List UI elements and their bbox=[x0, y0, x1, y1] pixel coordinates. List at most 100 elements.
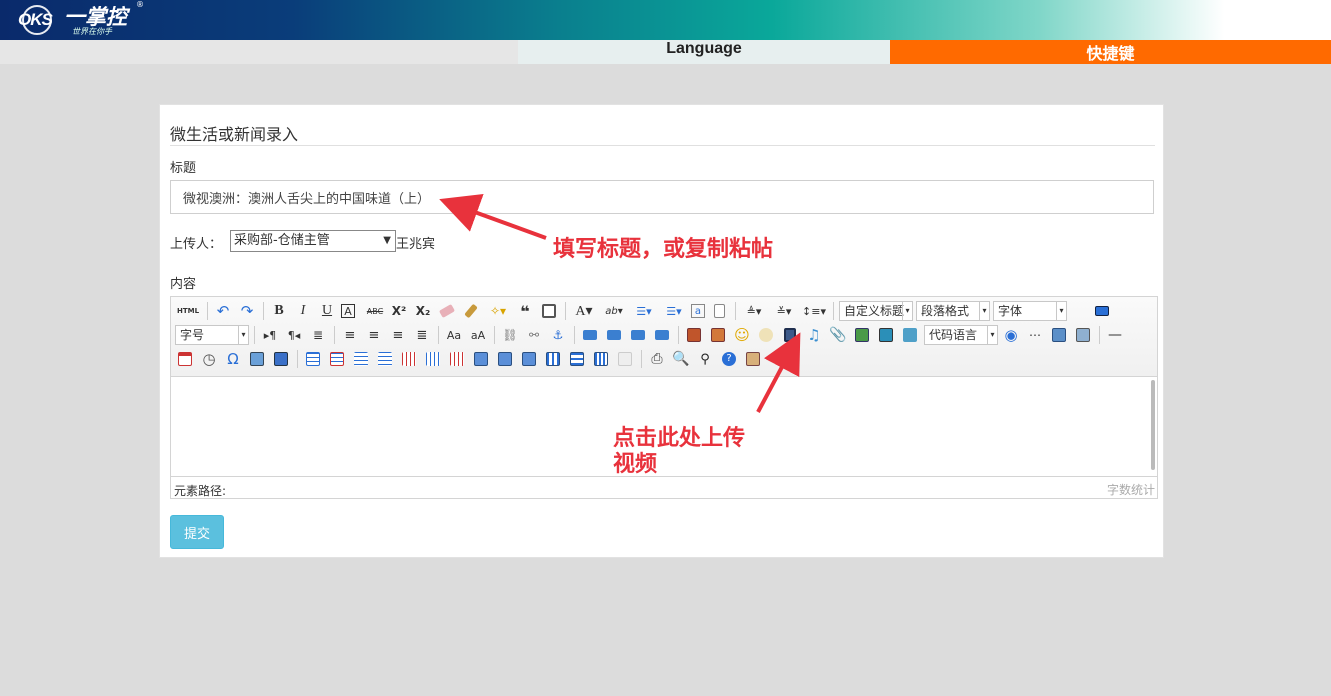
indent-icon[interactable]: ≣ bbox=[308, 325, 328, 345]
image-center-icon[interactable] bbox=[652, 325, 672, 345]
image-none-icon[interactable] bbox=[580, 325, 600, 345]
split-rows-icon[interactable] bbox=[567, 349, 587, 369]
delete-col-icon[interactable] bbox=[447, 349, 467, 369]
merge-down-icon[interactable] bbox=[519, 349, 539, 369]
print-icon[interactable]: ⎙ bbox=[647, 349, 667, 369]
background-icon[interactable] bbox=[1073, 325, 1093, 345]
uploader-label: 上传人： bbox=[170, 237, 223, 252]
element-path-label: 元素路径: bbox=[174, 484, 227, 498]
image-left-icon[interactable] bbox=[604, 325, 624, 345]
auto-format-icon[interactable]: ✧▾ bbox=[485, 301, 511, 321]
snapshot-icon[interactable] bbox=[247, 349, 267, 369]
emoticon-icon[interactable]: ☺ bbox=[732, 325, 752, 345]
top-banner: OKS 一掌控 ® 世界在你手 bbox=[0, 0, 1331, 40]
page-break-icon[interactable]: ⋯ bbox=[1025, 325, 1045, 345]
calendar-icon[interactable] bbox=[175, 349, 195, 369]
google-map-icon[interactable] bbox=[876, 325, 896, 345]
search-replace-icon[interactable]: ⚲ bbox=[695, 349, 715, 369]
unordered-list-icon[interactable]: ☰▾ bbox=[661, 301, 687, 321]
subscript-icon[interactable]: X₂ bbox=[413, 301, 433, 321]
undo-icon[interactable]: ↶ bbox=[213, 301, 233, 321]
fullscreen-icon[interactable] bbox=[1092, 301, 1112, 321]
ordered-list-icon[interactable]: ☰▾ bbox=[631, 301, 657, 321]
insert-table-icon[interactable] bbox=[303, 349, 323, 369]
paragraph-format-dropdown[interactable]: 段落格式 ▾ bbox=[916, 301, 990, 321]
code-language-dropdown[interactable]: 代码语言 ▾ bbox=[924, 325, 998, 345]
nav-language[interactable]: Language bbox=[518, 40, 890, 64]
insert-row-icon[interactable] bbox=[375, 349, 395, 369]
delete-row-icon[interactable] bbox=[399, 349, 419, 369]
underline-icon[interactable]: U bbox=[317, 301, 337, 321]
entry-form-panel: 微生活或新闻录入 标题 上传人： 采购部-仓储主管 ▼ 王兆宾 内容 HTML … bbox=[159, 104, 1164, 558]
uploader-select[interactable]: 采购部-仓储主管 ▼ bbox=[230, 230, 396, 252]
title-input[interactable] bbox=[170, 180, 1154, 214]
highlight-color-icon[interactable]: ab▾ bbox=[601, 301, 627, 321]
insert-col-icon[interactable] bbox=[423, 349, 443, 369]
rtl-direction-icon[interactable]: ¶◂ bbox=[284, 325, 304, 345]
word-count-label[interactable]: 字数统计 bbox=[1107, 481, 1155, 498]
bold-icon[interactable]: B bbox=[269, 301, 289, 321]
logo-mark: OKS bbox=[18, 10, 53, 29]
html-source-icon[interactable]: HTML bbox=[175, 301, 201, 321]
horizontal-rule-icon[interactable]: — bbox=[1105, 325, 1125, 345]
select-all-icon[interactable]: a bbox=[691, 304, 705, 318]
help-icon[interactable]: ? bbox=[719, 349, 739, 369]
format-brush-icon[interactable] bbox=[461, 301, 481, 321]
multi-image-icon[interactable] bbox=[708, 325, 728, 345]
merge-right-icon[interactable] bbox=[495, 349, 515, 369]
font-family-dropdown[interactable]: 字体 ▾ bbox=[993, 301, 1067, 321]
editor-scrollbar[interactable] bbox=[1151, 380, 1155, 470]
special-char-icon[interactable]: Ω bbox=[223, 349, 243, 369]
insert-video-icon[interactable] bbox=[780, 325, 800, 345]
annotation-upload-video-line2: 视频 bbox=[613, 451, 658, 477]
insert-paragraph-before-table-icon[interactable] bbox=[351, 349, 371, 369]
custom-title-dropdown[interactable]: 自定义标题 ▾ bbox=[839, 301, 913, 321]
draft-icon[interactable] bbox=[743, 349, 763, 369]
strikethrough-icon[interactable]: ABC bbox=[365, 301, 385, 321]
row-spacing-top-icon[interactable]: ≜▾ bbox=[741, 301, 767, 321]
annotation-fill-title: 填写标题，或复制粘帖 bbox=[553, 236, 774, 262]
map-icon[interactable] bbox=[852, 325, 872, 345]
split-cells-icon[interactable] bbox=[543, 349, 563, 369]
template-icon[interactable] bbox=[1049, 325, 1069, 345]
align-center-icon[interactable]: ≡ bbox=[364, 325, 384, 345]
link-icon[interactable]: ⛓ bbox=[500, 325, 520, 345]
attachment-icon[interactable]: 📎 bbox=[828, 325, 848, 345]
music-icon[interactable]: ♫ bbox=[804, 325, 824, 345]
merge-cells-icon[interactable] bbox=[471, 349, 491, 369]
line-height-icon[interactable]: ↕≡▾ bbox=[801, 301, 827, 321]
border-text-icon[interactable]: A bbox=[341, 304, 355, 318]
align-left-icon[interactable]: ≡ bbox=[340, 325, 360, 345]
scrawl-icon[interactable] bbox=[756, 325, 776, 345]
superscript-icon[interactable]: X² bbox=[389, 301, 409, 321]
submit-button[interactable]: 提交 bbox=[170, 515, 224, 549]
preview-icon[interactable]: 🔍 bbox=[671, 349, 691, 369]
time-icon[interactable]: ◷ bbox=[199, 349, 219, 369]
nav-hotkeys[interactable]: 快捷键 bbox=[890, 40, 1331, 64]
blockquote-icon[interactable]: ❝ bbox=[515, 301, 535, 321]
globe-logo-icon: OKS bbox=[18, 3, 62, 37]
anchor-icon[interactable]: ⚓ bbox=[548, 325, 568, 345]
web-image-icon[interactable]: ◉ bbox=[1001, 325, 1021, 345]
to-lowercase-icon[interactable]: aA bbox=[468, 325, 488, 345]
to-uppercase-icon[interactable]: Aa bbox=[444, 325, 464, 345]
insert-frame-icon[interactable] bbox=[900, 325, 920, 345]
align-justify-icon[interactable]: ≣ bbox=[412, 325, 432, 345]
insert-image-icon[interactable] bbox=[684, 325, 704, 345]
row-spacing-bottom-icon[interactable]: ≚▾ bbox=[771, 301, 797, 321]
font-size-dropdown[interactable]: 字号 ▾ bbox=[175, 325, 249, 345]
ltr-direction-icon[interactable]: ▸¶ bbox=[260, 325, 280, 345]
italic-icon[interactable]: I bbox=[293, 301, 313, 321]
redo-icon[interactable]: ↷ bbox=[237, 301, 257, 321]
logo-slogan: 世界在你手 bbox=[72, 27, 112, 36]
paste-plain-icon[interactable] bbox=[539, 301, 559, 321]
align-right-icon[interactable]: ≡ bbox=[388, 325, 408, 345]
word-image-icon[interactable] bbox=[271, 349, 291, 369]
eraser-icon[interactable] bbox=[437, 301, 457, 321]
split-cols-icon[interactable] bbox=[591, 349, 611, 369]
delete-table-icon[interactable] bbox=[327, 349, 347, 369]
clear-doc-icon[interactable] bbox=[709, 301, 729, 321]
unlink-icon[interactable]: ⚯ bbox=[524, 325, 544, 345]
image-right-icon[interactable] bbox=[628, 325, 648, 345]
font-color-icon[interactable]: A▾ bbox=[571, 301, 597, 321]
